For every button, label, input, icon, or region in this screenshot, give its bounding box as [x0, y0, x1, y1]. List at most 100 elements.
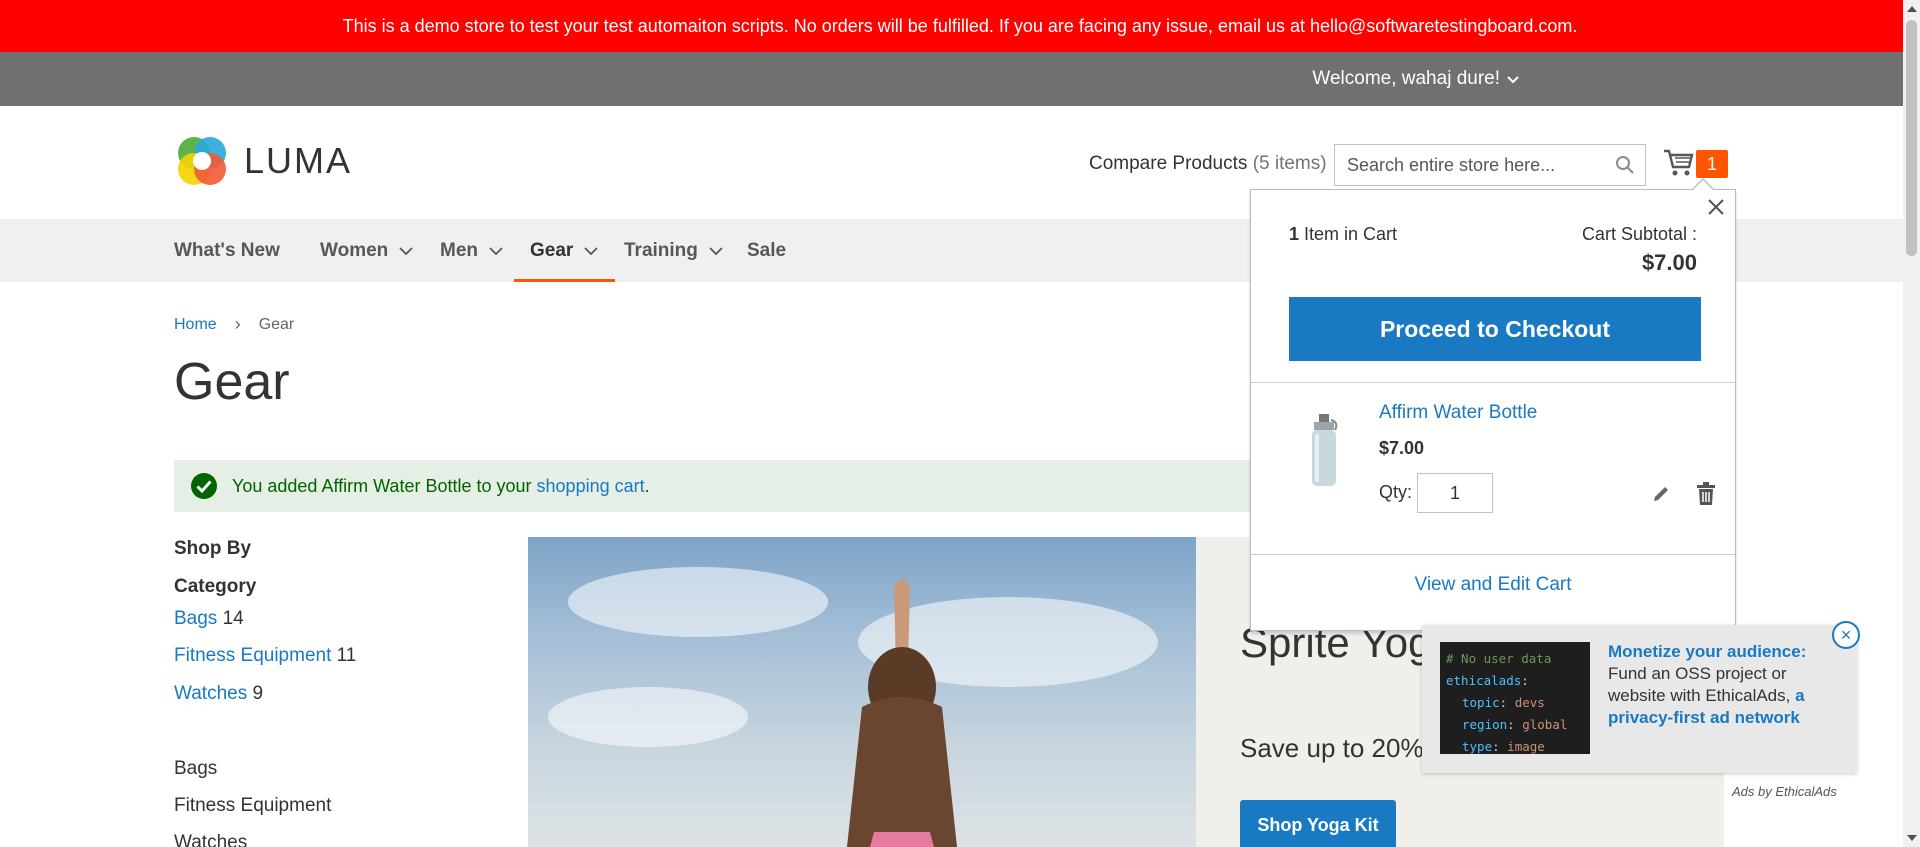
ads-by-ethicalads-link[interactable]: Ads by EthicalAds [1732, 784, 1837, 799]
nav-item-label: Sale [747, 239, 787, 261]
logo-text: LUMA [244, 140, 353, 181]
minicart-count-label: Item in Cart [1304, 224, 1398, 244]
search-icon[interactable] [1615, 155, 1635, 175]
yoga-figure-icon [847, 577, 957, 847]
divider [1251, 554, 1735, 555]
ad-code-line: # No user data [1446, 651, 1552, 666]
yoga-hero-image [528, 537, 1196, 847]
chevron-down-icon [1507, 76, 1519, 84]
ad-body: Fund an OSS project or website with Ethi… [1608, 664, 1791, 705]
breadcrumb: Home › Gear [174, 314, 294, 335]
pencil-edit-icon[interactable] [1651, 484, 1671, 504]
filter-count: 11 [336, 645, 357, 666]
ad-code-value: global [1522, 717, 1568, 732]
product-thumbnail[interactable] [1297, 410, 1357, 490]
filter-option-bags[interactable]: Bags 14 [174, 608, 244, 630]
ad-code-value: devs [1514, 695, 1545, 710]
nav-item-training[interactable]: Training [624, 219, 724, 282]
ad-text[interactable]: Monetize your audience: Fund an OSS proj… [1608, 641, 1840, 729]
search-box [1334, 144, 1646, 186]
account-panel: Welcome, wahaj dure! [0, 52, 1920, 106]
nav-item-whats-new[interactable]: What's New [174, 219, 280, 282]
message-prefix: You added Affirm Water Bottle to your [232, 475, 532, 496]
ad-code-image: # No user data ethicalads: topic: devs r… [1440, 642, 1590, 754]
ad-code-key: ethicalads [1446, 673, 1522, 688]
compare-label: Compare Products [1089, 153, 1248, 174]
cart-counter-badge[interactable]: 1 [1696, 150, 1728, 178]
qty-input[interactable] [1417, 473, 1493, 513]
proceed-to-checkout-button[interactable]: Proceed to Checkout [1289, 297, 1701, 361]
minicart-toggle[interactable] [1662, 146, 1696, 178]
page-scrollbar[interactable] [1903, 0, 1920, 847]
ad-code-key: region [1462, 717, 1508, 732]
shopping-cart-link[interactable]: shopping cart [537, 476, 645, 496]
product-price: $7.00 [1379, 438, 1425, 458]
shopping-cart-icon [1664, 149, 1694, 176]
chevron-down-icon [709, 246, 723, 255]
filter-label: Fitness Equipment [174, 645, 332, 666]
breadcrumb-separator: › [234, 314, 241, 334]
page-title: Gear [174, 353, 290, 411]
nav-item-gear[interactable]: Gear [513, 219, 616, 282]
nav-item-women[interactable]: Women [320, 219, 414, 282]
chevron-down-icon [489, 246, 503, 255]
filter-label: Bags [174, 608, 218, 629]
customer-menu-toggle[interactable]: Welcome, wahaj dure! [1312, 68, 1520, 90]
ad-code-value: image [1507, 739, 1545, 754]
scroll-down-arrow-icon[interactable] [1907, 835, 1917, 841]
nav-item-label: Gear [530, 239, 574, 261]
cart-subtotal-label: Cart Subtotal : [1581, 224, 1697, 244]
ethical-ad[interactable]: # No user data ethicalads: topic: devs r… [1422, 625, 1857, 773]
ad-headline: Monetize your audience: [1608, 642, 1807, 661]
demo-notice-banner: This is a demo store to test your test a… [0, 0, 1920, 52]
minicart-count-number: 1 [1289, 224, 1300, 244]
nav-item-sale[interactable]: Sale [747, 219, 786, 282]
divider [1251, 382, 1735, 383]
breadcrumb-current: Gear [258, 315, 295, 333]
luma-logo-icon [174, 133, 230, 189]
hero-subtitle: Save up to 20% [1240, 733, 1424, 763]
check-circle-icon [191, 473, 217, 499]
category-link-watches[interactable]: Watches [174, 832, 247, 847]
compare-count: (5 items) [1252, 153, 1327, 174]
nav-item-label: Training [624, 239, 698, 261]
shop-yoga-kit-button[interactable]: Shop Yoga Kit [1240, 800, 1396, 847]
qty-label: Qty: [1379, 482, 1413, 502]
nav-item-label: What's New [174, 239, 280, 261]
minicart-item-count: 1 Item in Cart [1289, 224, 1397, 245]
filter-option-fitness-equipment[interactable]: Fitness Equipment 11 [174, 645, 356, 667]
ad-close-button[interactable]: × [1832, 621, 1860, 649]
shop-by-heading: Shop By [174, 538, 252, 559]
ad-code-key: type [1462, 739, 1493, 754]
nav-item-men[interactable]: Men [440, 219, 504, 282]
chevron-down-icon [584, 246, 598, 255]
trash-icon[interactable] [1695, 482, 1717, 506]
filter-count: 9 [252, 683, 264, 704]
cart-count: 1 [1706, 153, 1717, 174]
filter-count: 14 [222, 608, 244, 629]
category-link-fitness-equipment[interactable]: Fitness Equipment [174, 795, 331, 817]
product-name-link[interactable]: Affirm Water Bottle [1379, 402, 1537, 424]
welcome-text: Welcome, wahaj dure! [1312, 68, 1500, 89]
demo-notice-text: This is a demo store to test your test a… [342, 15, 1578, 36]
nav-item-label: Men [440, 239, 478, 261]
filter-option-watches[interactable]: Watches 9 [174, 683, 263, 705]
message-text: You added Affirm Water Bottle to your sh… [232, 476, 650, 497]
category-filter-title: Category [174, 576, 257, 597]
search-input[interactable] [1335, 145, 1645, 185]
category-link-bags[interactable]: Bags [174, 758, 217, 780]
nav-item-label: Women [320, 239, 389, 261]
compare-products-link[interactable]: Compare Products (5 items) [1089, 153, 1327, 175]
scroll-up-arrow-icon[interactable] [1907, 6, 1917, 12]
luma-logo[interactable]: LUMA [174, 133, 352, 189]
message-suffix: . [644, 475, 650, 496]
ad-code-key: topic [1462, 695, 1500, 710]
scrollbar-thumb[interactable] [1906, 20, 1917, 256]
cart-subtotal-amount: $7.00 [1641, 250, 1697, 275]
close-icon[interactable] [1703, 194, 1729, 220]
success-message: You added Affirm Water Bottle to your sh… [174, 460, 1274, 512]
view-and-edit-cart-link[interactable]: View and Edit Cart [1251, 574, 1735, 596]
filter-label: Watches [174, 683, 248, 704]
close-icon: × [1840, 624, 1852, 645]
breadcrumb-home-link[interactable]: Home [174, 316, 217, 334]
